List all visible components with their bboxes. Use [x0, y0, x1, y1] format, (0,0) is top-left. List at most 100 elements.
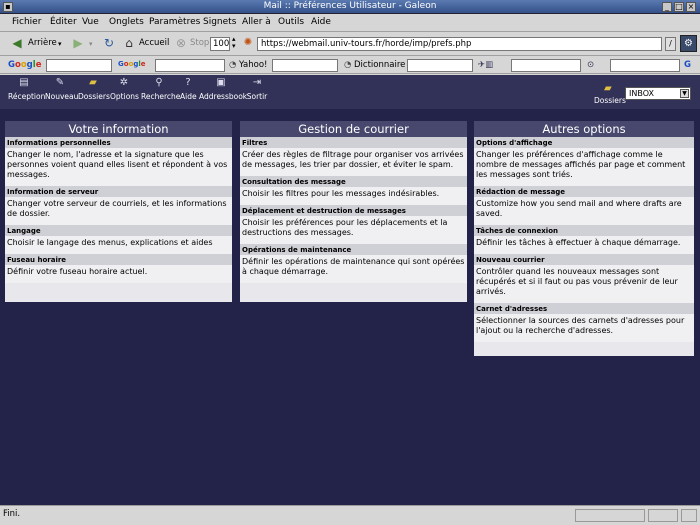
panel-heading: Gestion de courrier [240, 121, 467, 137]
pref-link-informations-personnelles[interactable]: Informations personnelles [5, 137, 232, 148]
google-logo-icon: Google [8, 60, 42, 70]
addressbook-button[interactable]: ▣ Addressbook [199, 77, 247, 101]
folders-button[interactable]: ▰ Dossiers [78, 77, 110, 101]
pref-link-deplacement[interactable]: Déplacement et destruction de messages [240, 205, 467, 216]
pref-link-redaction[interactable]: Rédaction de message [474, 186, 694, 197]
forward-arrow-icon[interactable]: ▶ [71, 36, 85, 50]
compose-icon: ✎ [55, 77, 65, 88]
navigation-toolbar: ◀ Arrière ▾ ▶ ▾ ↻ ⌂ Accueil ⊗ Stop 100 ▴… [0, 32, 700, 56]
back-button[interactable]: Arrière [28, 38, 57, 48]
menu-vue[interactable]: Vue [82, 17, 99, 27]
logout-button[interactable]: ⇥ Sortir [246, 77, 268, 101]
back-history-icon[interactable]: ▾ [58, 40, 62, 48]
help-icon: ? [185, 77, 191, 88]
close-icon[interactable]: × [686, 2, 696, 12]
throbber-icon: ⚙ [680, 35, 697, 52]
pref-link-maintenance[interactable]: Opérations de maintenance [240, 244, 467, 255]
google-extra-logo-icon: G [684, 60, 691, 70]
dictionary-label: Dictionnaire [354, 60, 406, 70]
rpm-search-input[interactable] [610, 59, 680, 72]
menu-aide[interactable]: Aide [311, 17, 331, 27]
page-content: ▤ Réception ✎ Nouveau ▰ Dossiers ✲ Options ⚲… [0, 75, 700, 505]
logout-button-label: Sortir [246, 92, 268, 101]
pref-link-carnet-adresses[interactable]: Carnet d'adresses [474, 303, 694, 314]
options-button[interactable]: ✲ Options [110, 77, 139, 101]
forward-history-icon[interactable]: ▾ [89, 40, 93, 48]
dictionary-icon: ◔ [344, 60, 352, 70]
pref-description: Changer les préférences d'affichage comm… [474, 148, 694, 186]
inbox-button[interactable]: ▤ Réception [8, 77, 45, 101]
pref-description: Définir les tâches à effectuer à chaque … [474, 236, 694, 254]
reload-icon[interactable]: ↻ [102, 36, 116, 50]
status-resize-grip[interactable] [681, 509, 697, 522]
pref-description: Définir les opérations de maintenance qu… [240, 255, 467, 283]
pref-link-fuseau-horaire[interactable]: Fuseau horaire [5, 254, 232, 265]
pref-description: Créer des règles de filtrage pour organi… [240, 148, 467, 176]
compose-button-label: Nouveau [45, 92, 79, 101]
pref-description: Choisir le langage des menus, explicatio… [5, 236, 232, 254]
panel-votre-information: Votre information Informations personnel… [5, 121, 232, 302]
stop-button[interactable]: Stop [190, 38, 209, 48]
help-button-label: Aide [180, 92, 197, 101]
minimize-icon[interactable]: _ [662, 2, 672, 12]
pref-description: Changer le nom, l'adresse et la signatur… [5, 148, 232, 186]
pref-link-taches-connexion[interactable]: Tâches de connexion [474, 225, 694, 236]
pref-description: Contrôler quand les nouveaux messages so… [474, 265, 694, 303]
pref-link-affichage[interactable]: Options d'affichage [474, 137, 694, 148]
imdb-search-input[interactable] [511, 59, 581, 72]
status-text: Fini. [3, 509, 21, 519]
google-search-input[interactable] [46, 59, 112, 72]
stop-icon[interactable]: ⊗ [174, 36, 188, 50]
search-button-label: Recherche [141, 92, 181, 101]
menu-parametres[interactable]: Paramètres [149, 17, 200, 27]
folder-select[interactable]: INBOX ▼ [625, 87, 691, 100]
menu-editer[interactable]: Éditer [50, 17, 77, 27]
back-arrow-icon[interactable]: ◀ [10, 36, 24, 50]
pref-link-langage[interactable]: Langage [5, 225, 232, 236]
panel-heading: Autres options [474, 121, 694, 137]
status-security-box [648, 509, 678, 522]
status-bar: Fini. [0, 505, 700, 525]
pref-description: Customize how you send mail and where dr… [474, 197, 694, 225]
groups-search-input[interactable] [155, 59, 225, 72]
menu-outils[interactable]: Outils [278, 17, 304, 27]
dictionary-search-input[interactable] [407, 59, 473, 72]
zoom-input[interactable]: 100 [210, 37, 230, 51]
help-button[interactable]: ? Aide [180, 77, 197, 101]
pref-link-filtres[interactable]: Filtres [240, 137, 467, 148]
yahoo-search-input[interactable] [272, 59, 338, 72]
addressbook-icon: ▣ [216, 77, 226, 88]
pref-description: Définir votre fuseau horaire actuel. [5, 265, 232, 283]
menu-onglets[interactable]: Onglets [109, 17, 144, 27]
compose-button[interactable]: ✎ Nouveau [45, 77, 79, 101]
panel-autres-options: Autres options Options d'affichage Chang… [474, 121, 694, 356]
zoom-stepper-icon[interactable]: ▴ ▾ [232, 36, 236, 50]
url-go-button[interactable]: / [665, 37, 676, 51]
inbox-button-label: Réception [8, 92, 46, 101]
pref-link-consultation[interactable]: Consultation des message [240, 176, 467, 187]
options-icon: ✲ [119, 77, 129, 88]
options-button-label: Options [110, 92, 139, 101]
pref-description: Sélectionner la sources des carnets d'ad… [474, 314, 694, 342]
window-title: Mail :: Préférences Utilisateur - Galeon [263, 1, 437, 11]
pref-link-information-serveur[interactable]: Information de serveur [5, 186, 232, 197]
menu-fichier[interactable]: Fichier [12, 17, 41, 27]
search-button[interactable]: ⚲ Recherche [141, 77, 181, 101]
panel-gestion-courrier: Gestion de courrier Filtres Créer des rè… [240, 121, 467, 302]
menu-aller-a[interactable]: Aller à [242, 17, 271, 27]
menu-signets[interactable]: Signets [203, 17, 236, 27]
url-field[interactable]: https://webmail.univ-tours.fr/horde/imp/… [257, 37, 662, 51]
pref-description: Changer votre serveur de courriels, et l… [5, 197, 232, 225]
google-groups-logo-icon: Google [118, 60, 146, 68]
pref-link-nouveau-courrier[interactable]: Nouveau courrier [474, 254, 694, 265]
home-button[interactable]: Accueil [139, 38, 169, 48]
status-progress-box [575, 509, 645, 522]
chevron-down-icon: ▼ [680, 89, 689, 98]
home-icon[interactable]: ⌂ [122, 36, 136, 50]
menubar: Fichier Éditer Vue Onglets Paramètres Si… [0, 14, 700, 32]
folders-button-label: Dossiers [78, 92, 110, 101]
search-icon: ⚲ [155, 77, 163, 88]
maximize-icon[interactable]: □ [674, 2, 684, 12]
rpm-logo-icon: ⊙ [587, 60, 595, 70]
panel-heading: Votre information [5, 121, 232, 137]
